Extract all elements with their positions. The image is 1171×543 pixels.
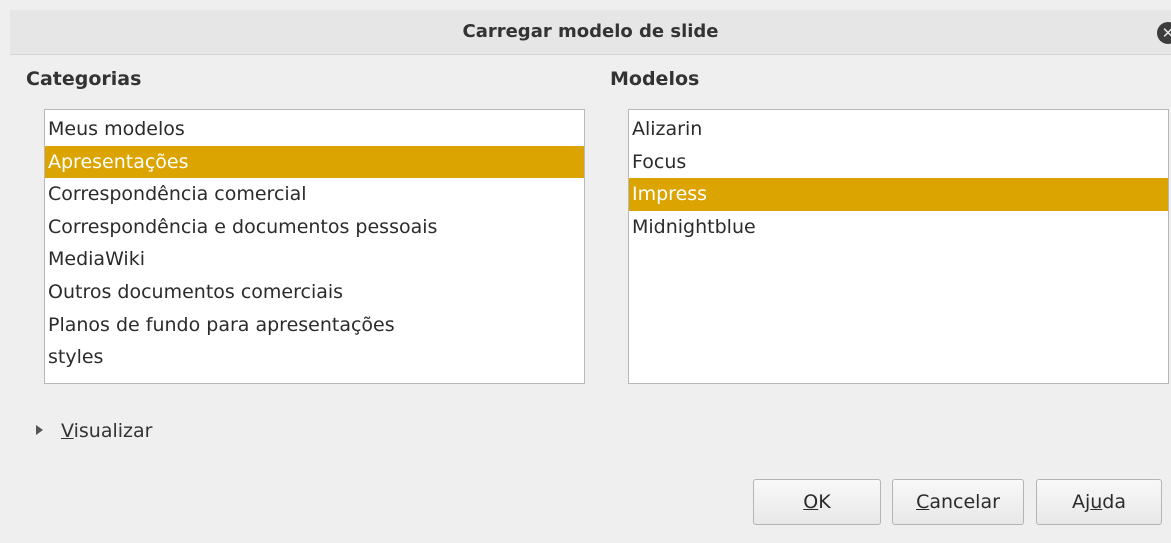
category-item[interactable]: Planos de fundo para apresentações: [45, 309, 584, 342]
help-label-pre: Aj: [1071, 491, 1091, 513]
category-item[interactable]: Outros documentos comerciais: [45, 276, 584, 309]
preview-label: isualizar: [73, 420, 153, 442]
model-item[interactable]: Focus: [629, 146, 1168, 179]
category-item[interactable]: Correspondência e documentos pessoais: [45, 211, 584, 244]
models-list[interactable]: Alizarin Focus Impress Midnightblue: [628, 109, 1169, 384]
model-item[interactable]: Alizarin: [629, 113, 1168, 146]
help-label-rest: da: [1102, 491, 1127, 513]
categories-label: Categorias: [26, 68, 142, 90]
model-item[interactable]: Midnightblue: [629, 211, 1168, 244]
cancel-label: ancelar: [929, 491, 1000, 513]
category-item[interactable]: Correspondência comercial: [45, 178, 584, 211]
preview-mnemonic: V: [61, 420, 74, 442]
models-label: Modelos: [610, 68, 700, 90]
help-button[interactable]: Ajuda: [1036, 479, 1162, 525]
cancel-mnemonic: C: [916, 491, 930, 513]
load-slide-template-dialog: Carregar modelo de slide ✕ Categorias Me…: [0, 0, 1171, 543]
cancel-button[interactable]: Cancelar: [892, 479, 1024, 525]
ok-mnemonic: O: [803, 491, 819, 513]
preview-expander[interactable]: Visualizar: [36, 416, 152, 446]
category-item[interactable]: Meus modelos: [45, 113, 584, 146]
category-item[interactable]: MediaWiki: [45, 243, 584, 276]
title-bar: Carregar modelo de slide ✕: [10, 10, 1171, 55]
dialog-title: Carregar modelo de slide: [462, 21, 719, 42]
category-item[interactable]: styles: [45, 341, 584, 374]
ok-button[interactable]: OK: [753, 479, 881, 525]
help-mnemonic: u: [1090, 491, 1103, 513]
model-item-selected[interactable]: Impress: [629, 178, 1168, 211]
ok-label: K: [818, 491, 831, 513]
categories-list[interactable]: Meus modelos Apresentações Correspondênc…: [44, 109, 585, 384]
triangle-right-icon: [36, 424, 43, 435]
category-item-selected[interactable]: Apresentações: [45, 145, 584, 179]
